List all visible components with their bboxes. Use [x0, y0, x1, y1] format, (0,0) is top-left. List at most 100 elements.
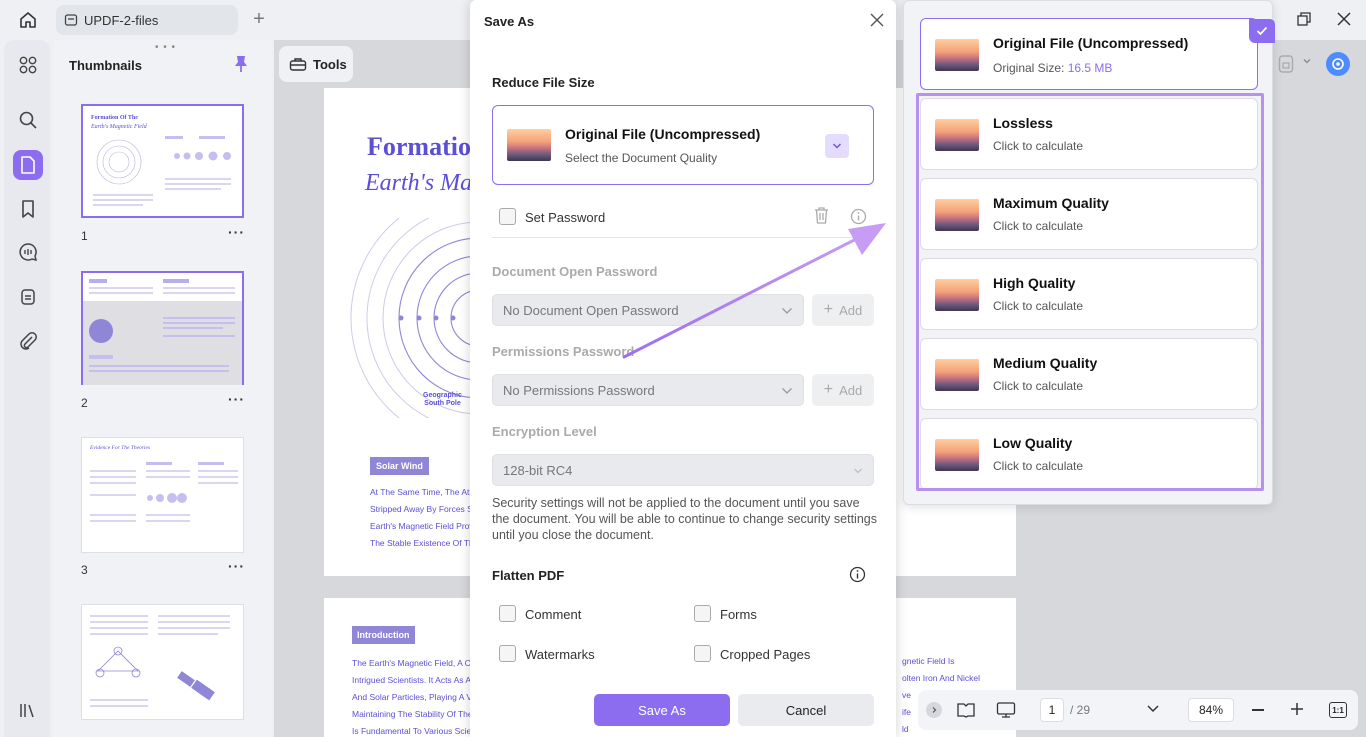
quality-option-original[interactable]: Original File (Uncompressed) Original Si…: [920, 18, 1275, 90]
quality-select-title: Original File (Uncompressed): [565, 126, 761, 142]
zoom-out-icon[interactable]: [1252, 709, 1264, 711]
thumbnail-graphic: [90, 615, 230, 707]
quality-option-title: Lossless: [993, 115, 1053, 131]
apps-grid-icon[interactable]: [13, 50, 43, 80]
chevron-down-icon[interactable]: [825, 134, 849, 158]
quality-thumbnail-image: [935, 39, 979, 71]
reduce-file-size-heading: Reduce File Size: [492, 75, 595, 90]
document-tab-icon: [64, 14, 78, 26]
thumbnail-more-button[interactable]: ···: [228, 224, 245, 240]
document-line: gnetic Field Is: [902, 656, 955, 666]
home-icon[interactable]: [14, 8, 42, 32]
save-file-icon[interactable]: [1278, 54, 1294, 74]
geographic-label: Geographic South Pole: [423, 392, 462, 407]
presentation-icon[interactable]: [996, 701, 1016, 719]
library-icon[interactable]: [13, 695, 43, 725]
stamp-icon[interactable]: [13, 282, 43, 312]
quality-options-panel: Original File (Uncompressed) Original Si…: [903, 0, 1275, 505]
thumbnail-page-4[interactable]: [81, 604, 244, 720]
ai-assistant-icon[interactable]: [1326, 52, 1350, 76]
current-page-input[interactable]: 1: [1040, 698, 1064, 722]
thumbnail-page-2[interactable]: [81, 271, 244, 385]
document-tab[interactable]: UPDF-2-files: [56, 5, 238, 35]
document-line: And Solar Particles, Playing A Vit: [352, 692, 477, 702]
thumbnail-page-1[interactable]: Formation Of The Earth's Magnetic Field: [81, 104, 244, 218]
thumbnail-subheading: Earth's Magnetic Field: [91, 124, 147, 130]
close-window-icon[interactable]: [1336, 11, 1352, 27]
thumbnail-heading: Formation Of The: [91, 115, 138, 121]
thumbnail-page-number: 3: [81, 563, 88, 577]
tools-button[interactable]: Tools: [279, 46, 353, 82]
permissions-password-select[interactable]: No Permissions Password: [492, 374, 804, 406]
quality-option-lossless[interactable]: Lossless Click to calculate: [920, 98, 1258, 170]
quality-option-subtitle: Click to calculate: [993, 139, 1084, 153]
cropped-pages-checkbox[interactable]: [694, 645, 711, 662]
original-size-text: Original Size: 16.5 MB: [993, 61, 1112, 75]
resize-handle[interactable]: • • •: [155, 42, 176, 53]
attachment-icon[interactable]: [13, 326, 43, 356]
chevron-down-icon[interactable]: [1302, 56, 1312, 66]
zoom-level-input[interactable]: 84%: [1188, 698, 1234, 722]
thumbnail-more-button[interactable]: ···: [228, 558, 245, 574]
restore-window-icon[interactable]: [1296, 11, 1312, 27]
thumbnail-page-number: 1: [81, 229, 88, 243]
pages-icon[interactable]: [13, 150, 43, 180]
thumbnail-page-3[interactable]: Evidence For The Theories: [81, 437, 244, 553]
chevron-right-icon[interactable]: [926, 702, 942, 718]
document-line: ife: [902, 707, 911, 717]
forms-checkbox[interactable]: [694, 605, 711, 622]
pin-icon[interactable]: [233, 55, 249, 73]
encryption-level-select[interactable]: 128-bit RC4: [492, 454, 874, 486]
save-as-button[interactable]: Save As: [594, 694, 730, 726]
thumbnail-graphic: [89, 279, 235, 372]
reading-mode-icon[interactable]: [956, 701, 976, 719]
magnetic-field-diagram: [350, 218, 474, 418]
document-page-2: Introduction The Earth's Magnetic Field,…: [324, 598, 480, 737]
quality-option-title: Maximum Quality: [993, 195, 1109, 211]
quality-option-title: Medium Quality: [993, 355, 1098, 371]
add-permissions-password-button[interactable]: + Add: [812, 374, 874, 406]
solar-wind-badge: Solar Wind: [370, 457, 429, 475]
cancel-button[interactable]: Cancel: [738, 694, 874, 726]
document-line: Intrigued Scientists. It Acts As A: [352, 675, 472, 685]
permissions-password-value: No Permissions Password: [503, 383, 655, 398]
quality-option-subtitle: Click to calculate: [993, 299, 1084, 313]
comment-checkbox[interactable]: [499, 605, 516, 622]
close-icon[interactable]: [869, 12, 885, 28]
dialog-title: Save As: [484, 14, 535, 29]
quality-option-maximum[interactable]: Maximum Quality Click to calculate: [920, 178, 1258, 250]
info-icon[interactable]: [849, 566, 866, 583]
comment-label: Comment: [525, 607, 582, 622]
search-icon[interactable]: [13, 105, 43, 135]
thumbnails-title: Thumbnails: [69, 58, 142, 73]
quality-option-high[interactable]: High Quality Click to calculate: [920, 258, 1258, 330]
comment-icon[interactable]: [13, 237, 43, 267]
document-page-1: Formatio Earth's Ma Geographic South Pol…: [324, 88, 479, 576]
next-page-icon[interactable]: [1146, 704, 1160, 714]
document-subtitle: Earth's Ma: [365, 170, 473, 196]
set-password-checkbox[interactable]: [499, 208, 516, 225]
annotation-arrow: [622, 223, 886, 359]
total-pages: / 29: [1070, 703, 1091, 717]
quality-thumbnail-image: [507, 129, 551, 161]
encryption-level-value: 128-bit RC4: [503, 463, 573, 478]
quality-select[interactable]: Original File (Uncompressed) Select the …: [492, 105, 874, 185]
quality-option-subtitle: Click to calculate: [993, 379, 1084, 393]
encryption-level-heading: Encryption Level: [492, 424, 597, 439]
quality-option-medium[interactable]: Medium Quality Click to calculate: [920, 338, 1258, 410]
quality-thumbnail-image: [935, 439, 979, 471]
zoom-in-icon[interactable]: [1290, 702, 1304, 716]
quality-option-low[interactable]: Low Quality Click to calculate: [920, 418, 1258, 490]
document-line: ve: [902, 690, 911, 700]
document-line: Maintaining The Stability Of The A: [352, 709, 481, 719]
bookmark-icon[interactable]: [13, 194, 43, 224]
forms-label: Forms: [720, 607, 757, 622]
cropped-pages-label: Cropped Pages: [720, 647, 811, 662]
quality-thumbnail-image: [935, 199, 979, 231]
actual-size-button[interactable]: 1:1: [1329, 702, 1347, 718]
right-toolbar: [1274, 46, 1358, 82]
document-line: Is Fundamental To Various Scien: [352, 726, 476, 736]
watermarks-checkbox[interactable]: [499, 645, 516, 662]
thumbnail-more-button[interactable]: ···: [228, 391, 245, 407]
new-tab-button[interactable]: +: [250, 9, 268, 29]
